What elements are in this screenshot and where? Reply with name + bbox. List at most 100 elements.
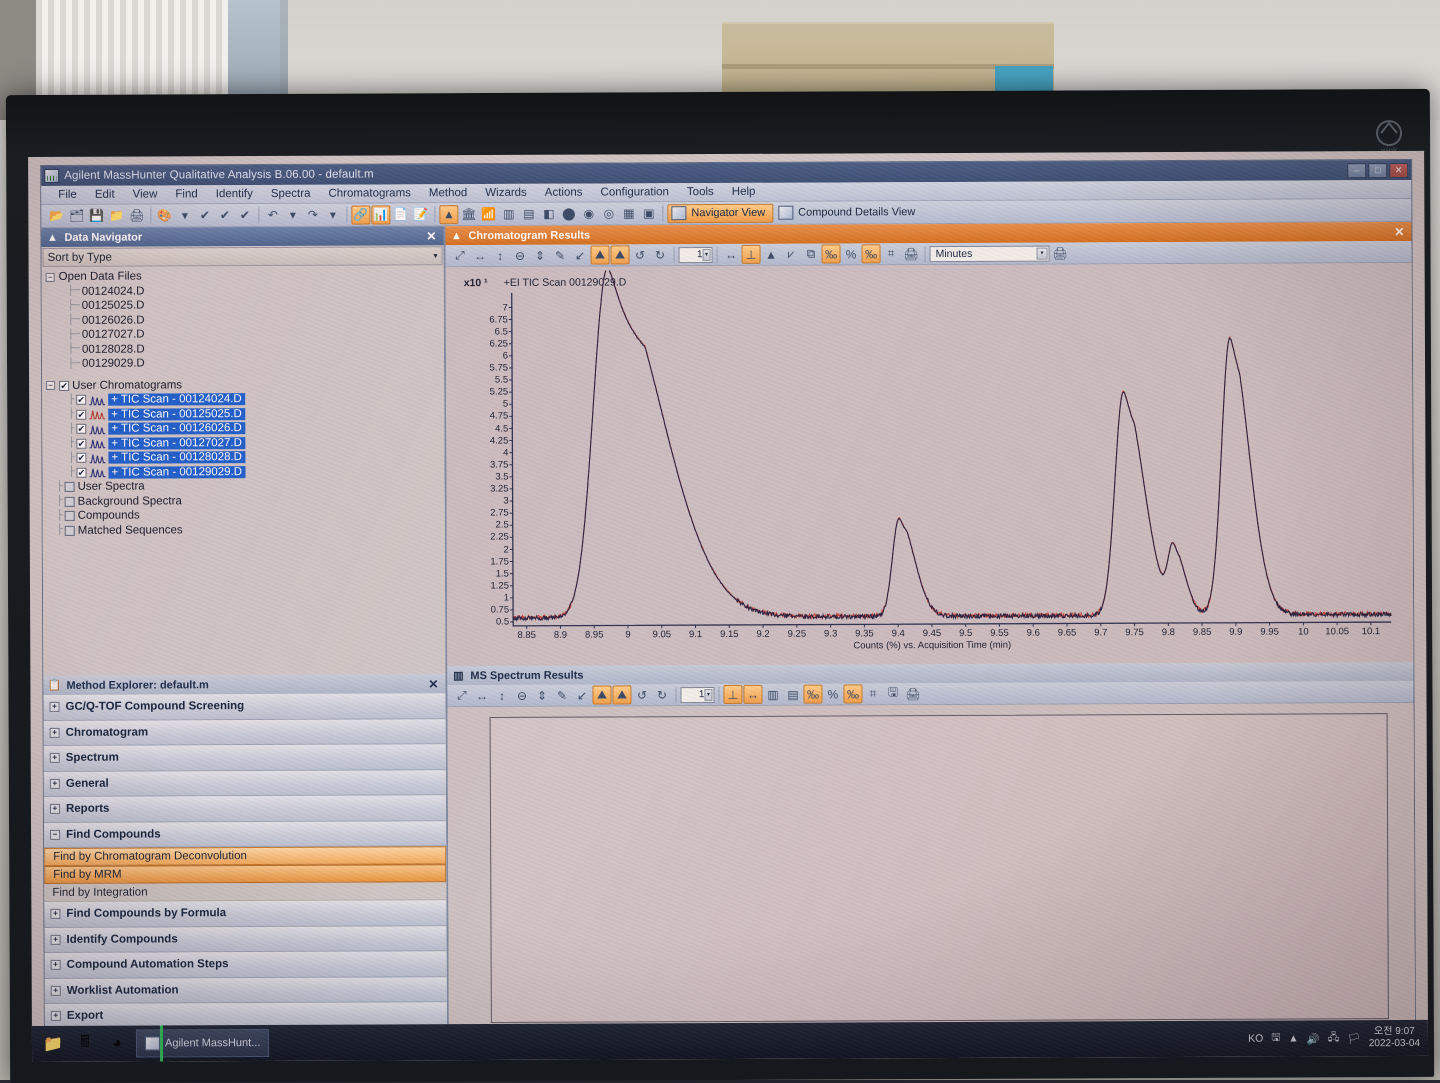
zoom-out-icon[interactable]: ⊖ — [511, 246, 530, 265]
undo-dropdown-icon[interactable]: ▾ — [283, 205, 302, 224]
method-item-find-by-mrm[interactable]: Find by MRM — [44, 864, 446, 884]
autoscale-icon[interactable]: ⇕ — [531, 246, 550, 265]
data-navigator-close-icon[interactable]: ✕ — [426, 229, 439, 243]
checkbox-chromatogram[interactable]: ✔ — [76, 424, 86, 434]
centroid-icon[interactable]: ⊥ — [723, 685, 742, 704]
edit-report-icon[interactable]: 📝 — [411, 205, 430, 224]
units-dropdown[interactable]: Minutes▾ — [930, 245, 1050, 262]
redo-icon[interactable]: ↷ — [303, 205, 322, 224]
identify-icon[interactable]: ◧ — [539, 204, 558, 223]
fill-color-icon[interactable]: 🎨 — [155, 206, 174, 225]
molecular-feature-icon[interactable]: ◉ — [579, 204, 598, 223]
open-data-file-icon[interactable]: 🗂 — [67, 206, 86, 225]
select-range-icon[interactable]: ↙ — [572, 686, 591, 705]
peak-list-icon[interactable]: ▥ — [499, 204, 518, 223]
fit-width-icon[interactable]: ↔ — [743, 685, 762, 704]
print-icon[interactable]: 🖨 — [1051, 243, 1070, 262]
menu-item-find[interactable]: Find — [166, 186, 206, 202]
autoscale-icon[interactable]: ⇕ — [532, 686, 551, 705]
percent-stack-icon[interactable]: ‰ — [843, 684, 862, 703]
method-group-worklist-automation[interactable]: +Worklist Automation — [45, 977, 447, 1004]
compound-details-view-button[interactable]: Compound Details View — [774, 203, 923, 223]
open-folder-icon[interactable]: 📂 — [47, 206, 66, 225]
select-range-icon[interactable]: ↙ — [571, 246, 590, 265]
close-button[interactable]: ✕ — [1389, 162, 1408, 177]
check-green-icon[interactable]: ✔ — [235, 206, 254, 225]
method-group-compound-automation-steps[interactable]: +Compound Automation Steps — [45, 951, 447, 978]
baseline-icon[interactable]: ⊥ — [742, 245, 761, 264]
method-group-identify-compounds[interactable]: +Identify Compounds — [44, 926, 446, 953]
expander-icon[interactable]: + — [50, 753, 60, 763]
menu-item-configuration[interactable]: Configuration — [591, 184, 677, 200]
expander-icon[interactable]: − — [46, 273, 55, 282]
language-indicator[interactable]: KO — [1248, 1033, 1263, 1045]
taskbar-item-masshunter[interactable]: Agilent MassHunt... — [136, 1029, 269, 1058]
check-all-icon[interactable]: ✔ — [195, 206, 214, 225]
sort-by-dropdown[interactable]: Sort by Type ▾ — [43, 246, 443, 267]
print-spectrum-icon[interactable]: 🖨 — [903, 684, 922, 703]
fit-width-icon[interactable]: ↔ — [722, 245, 741, 264]
method-group-reports[interactable]: +Reports — [44, 795, 446, 822]
expander-icon[interactable]: + — [51, 1011, 61, 1021]
checkbox-chromatogram[interactable]: ✔ — [76, 395, 86, 405]
method-explorer-list[interactable]: +GC/Q-TOF Compound Screening+Chromatogra… — [43, 693, 446, 1039]
overlay-icon[interactable]: ⛰ — [592, 685, 611, 704]
overlay-icon[interactable]: ⛰ — [591, 245, 610, 264]
zoom-horizontal-icon[interactable]: ↔ — [472, 686, 491, 705]
action-center-icon[interactable]: 🏳 — [1347, 1032, 1360, 1045]
checkbox-background-spectra[interactable]: ✔ — [65, 497, 75, 507]
spinner-icon[interactable]: ▾ — [703, 249, 711, 261]
library-search-icon[interactable]: ▤ — [519, 204, 538, 223]
menu-item-method[interactable]: Method — [420, 185, 476, 201]
expander-icon[interactable]: − — [46, 381, 55, 390]
expander-icon[interactable]: + — [50, 728, 60, 738]
find-compounds-icon[interactable]: 🏛 — [459, 205, 478, 224]
menu-item-wizards[interactable]: Wizards — [476, 185, 536, 201]
method-group-spectrum[interactable]: +Spectrum — [44, 744, 446, 771]
integrate-icon[interactable]: ▲ — [439, 205, 458, 224]
method-item-find-by-chromatogram-deconvolution[interactable]: Find by Chromatogram Deconvolution — [44, 846, 446, 866]
integrate-peaks-icon[interactable]: ⩗ — [782, 245, 801, 264]
spinner-icon[interactable]: ▾ — [704, 689, 712, 701]
formula-icon[interactable]: ⬤ — [559, 204, 578, 223]
worklist-icon[interactable]: ▦ — [619, 204, 638, 223]
menu-item-help[interactable]: Help — [723, 184, 765, 200]
redo-zoom-icon[interactable]: ↻ — [651, 245, 670, 264]
menu-item-chromatograms[interactable]: Chromatograms — [319, 185, 420, 201]
minimize-button[interactable]: – — [1347, 163, 1366, 178]
method-group-find-compounds[interactable]: −Find Compounds — [44, 821, 446, 848]
zoom-vertical-icon[interactable]: ↕ — [491, 246, 510, 265]
chromatogram-plot-area[interactable]: x10 ¹ +EI TIC Scan 00129029.D 0.50.7511.… — [446, 263, 1414, 666]
print-icon[interactable]: 🖨 — [127, 206, 146, 225]
percent-rel-icon[interactable]: ‰ — [822, 244, 841, 263]
menu-item-actions[interactable]: Actions — [536, 185, 592, 201]
stack-icon[interactable]: ⛰ — [612, 685, 631, 704]
extract-spectrum-icon[interactable]: 📄 — [391, 205, 410, 224]
data-navigator-tree[interactable]: −Open Data Files├─00124024.D├─00125025.D… — [42, 266, 446, 676]
check-partial-icon[interactable]: ✔ — [215, 206, 234, 225]
redo-dropdown-icon[interactable]: ▾ — [323, 205, 342, 224]
link-chromatogram-icon[interactable]: 🔗 — [351, 205, 370, 224]
chromatogram-close-icon[interactable]: ✕ — [1394, 224, 1407, 238]
method-group-find-compounds-by-formula[interactable]: +Find Compounds by Formula — [44, 900, 446, 927]
checkbox-matched-sequences[interactable]: ✔ — [65, 526, 75, 536]
method-group-gc-q-tof-compound-screening[interactable]: +GC/Q-TOF Compound Screening — [43, 693, 445, 720]
tree-node-matched-sequences[interactable]: ├✔Matched Sequences — [47, 522, 445, 538]
undo-zoom-icon[interactable]: ↺ — [632, 685, 651, 704]
percent-icon[interactable]: % — [842, 244, 861, 263]
peak-table-icon[interactable]: ▥ — [763, 685, 782, 704]
ms-spectrum-plot-area[interactable] — [448, 703, 1415, 1037]
percent-stack-icon[interactable]: ‰ — [862, 244, 881, 263]
show-hidden-icons-icon[interactable]: ▲ — [1288, 1032, 1298, 1044]
annotate-icon[interactable]: ⌗ — [882, 244, 901, 263]
extract-chromatogram-icon[interactable]: 📊 — [371, 205, 390, 224]
menu-item-view[interactable]: View — [124, 186, 167, 202]
network-icon[interactable]: 🖧 — [1328, 1029, 1340, 1047]
volume-icon[interactable]: 🔊 — [1307, 1032, 1320, 1045]
checkbox-user-spectra[interactable]: ✔ — [65, 482, 75, 492]
method-group-general[interactable]: +General — [44, 770, 446, 797]
method-group-chromatogram[interactable]: +Chromatogram — [44, 719, 446, 746]
qualifier-icon[interactable]: ◎ — [599, 204, 618, 223]
percent-rel-icon[interactable]: ‰ — [803, 685, 822, 704]
zoom-full-icon[interactable]: ⤢ — [452, 686, 471, 705]
